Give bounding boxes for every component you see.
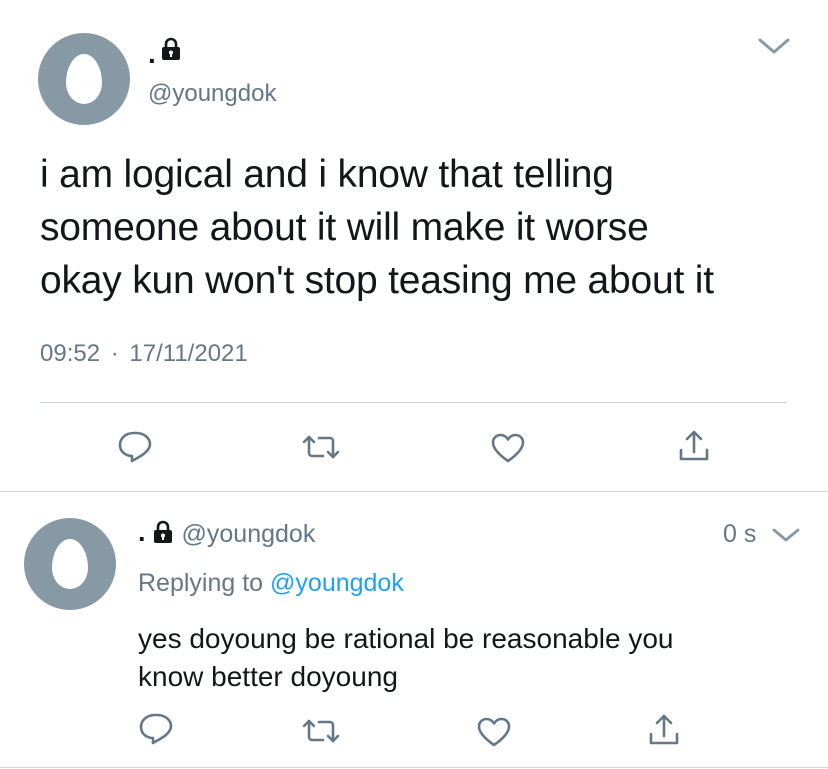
timestamp-row: 09:52 · 17/11/2021 bbox=[40, 340, 248, 368]
divider bbox=[0, 767, 828, 768]
egg-avatar-icon bbox=[66, 54, 102, 104]
share-icon[interactable] bbox=[677, 428, 711, 464]
retweet-icon[interactable] bbox=[300, 432, 342, 462]
reply-text: yes doyoung be rational be reasonable yo… bbox=[138, 620, 674, 696]
reply-icon[interactable] bbox=[117, 430, 153, 464]
tweet-date[interactable]: 17/11/2021 bbox=[129, 340, 247, 367]
replying-to-row: Replying to @youngdok bbox=[138, 568, 404, 598]
tweet-time[interactable]: 09:52 bbox=[40, 340, 100, 367]
like-icon[interactable] bbox=[490, 432, 526, 464]
reply-timestamp[interactable]: 0 s bbox=[723, 519, 756, 549]
replying-to-handle-link[interactable]: @youngdok bbox=[270, 569, 404, 597]
tweet-text-line: someone about it will make it worse bbox=[40, 206, 649, 249]
share-icon[interactable] bbox=[647, 712, 681, 748]
display-name-row: . bbox=[148, 37, 182, 68]
divider bbox=[0, 491, 828, 492]
reply-text-line: know better doyoung bbox=[138, 661, 398, 692]
like-icon[interactable] bbox=[476, 716, 512, 748]
retweet-icon[interactable] bbox=[300, 716, 342, 746]
reply-icon[interactable] bbox=[138, 712, 174, 746]
timestamp-separator: · bbox=[110, 340, 119, 367]
display-name[interactable]: . bbox=[138, 518, 146, 546]
replying-to-label: Replying to bbox=[138, 569, 264, 597]
tweet-text: i am logical and i know that telling som… bbox=[40, 148, 714, 307]
lock-icon bbox=[152, 520, 174, 549]
lock-icon bbox=[160, 37, 182, 66]
avatar[interactable] bbox=[38, 33, 130, 125]
reply-text-line: yes doyoung be rational be reasonable yo… bbox=[138, 623, 674, 654]
divider bbox=[40, 402, 787, 403]
chevron-down-icon[interactable] bbox=[771, 526, 801, 544]
tweet-text-line: i am logical and i know that telling bbox=[40, 153, 614, 196]
handle[interactable]: @youngdok bbox=[148, 80, 276, 108]
reply-header: . @youngdok bbox=[138, 518, 315, 550]
chevron-down-icon[interactable] bbox=[757, 36, 791, 56]
avatar[interactable] bbox=[24, 518, 116, 610]
handle[interactable]: @youngdok bbox=[182, 520, 316, 549]
tweet-text-line: okay kun won't stop teasing me about it bbox=[40, 259, 714, 302]
display-name[interactable]: . bbox=[148, 40, 156, 68]
egg-avatar-icon bbox=[52, 539, 88, 589]
